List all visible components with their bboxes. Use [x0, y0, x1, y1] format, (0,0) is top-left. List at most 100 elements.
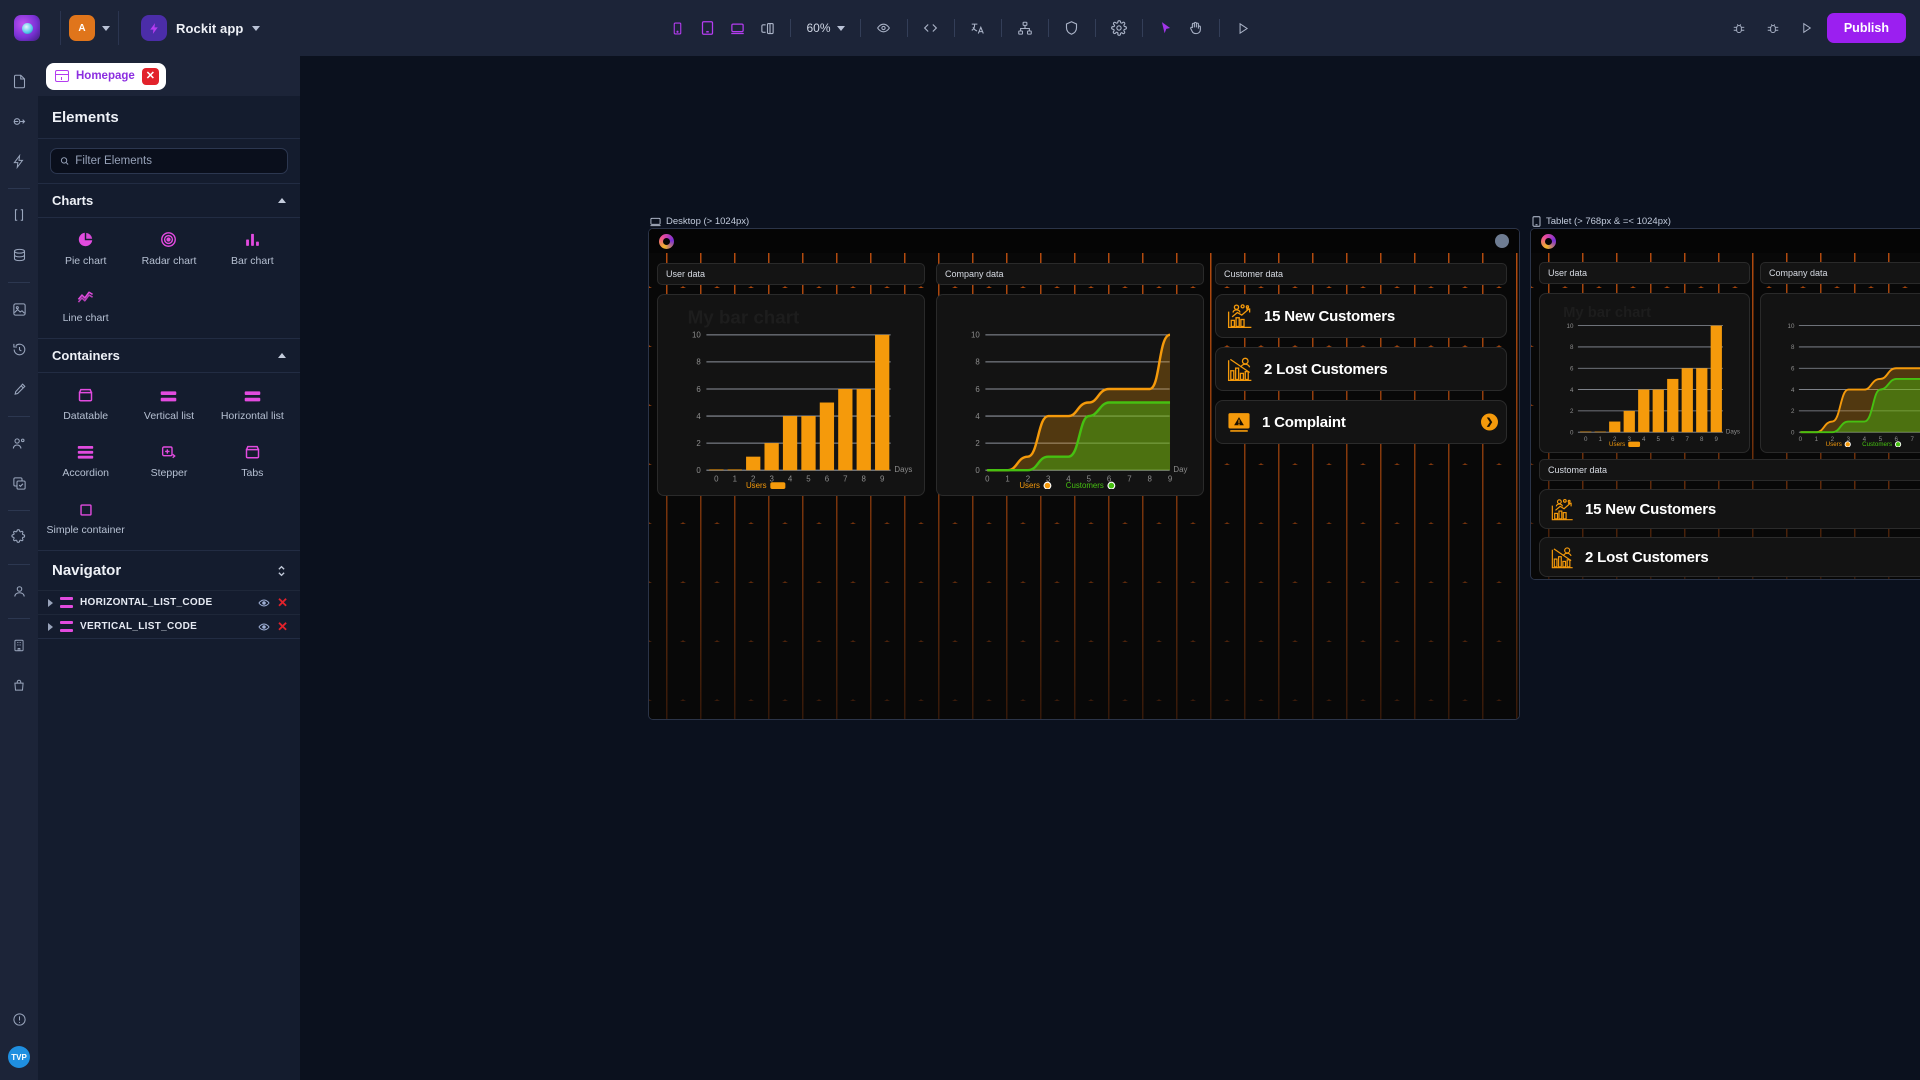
mobile-preview-icon[interactable] — [663, 14, 691, 42]
element-pie-chart[interactable]: Pie chart — [44, 226, 127, 267]
element-accordion[interactable]: Accordion — [44, 438, 127, 479]
search-input-wrapper[interactable] — [50, 148, 288, 174]
navigator-header[interactable]: Navigator — [38, 551, 300, 590]
organization-icon[interactable] — [4, 630, 34, 660]
expand-collapse-icon[interactable] — [277, 564, 286, 578]
debug-icon[interactable] — [1725, 14, 1753, 42]
element-label: Vertical list — [143, 410, 195, 422]
section-title: Charts — [52, 193, 94, 208]
element-datatable[interactable]: Datatable — [44, 381, 127, 422]
hand-tool-icon[interactable] — [1182, 14, 1210, 42]
area-chart-card[interactable]: 10 8 6 420 012 3 4 5 6 7 8 9 Day Users C… — [936, 294, 1204, 496]
stat-label: 15 New Customers — [1264, 307, 1396, 325]
stat-card-new-customers[interactable]: 15 New Customers — [1215, 294, 1507, 338]
tablet-preview-icon[interactable] — [693, 14, 721, 42]
sitemap-icon[interactable] — [1011, 14, 1039, 42]
chevron-right-icon[interactable]: ❯ — [1481, 413, 1498, 431]
svg-text:3: 3 — [769, 474, 774, 483]
code-view-icon[interactable] — [917, 14, 945, 42]
brand-logo-icon[interactable] — [14, 15, 40, 41]
element-bar-chart[interactable]: Bar chart — [211, 226, 294, 267]
eye-preview-icon[interactable] — [870, 14, 898, 42]
play-icon[interactable] — [1229, 14, 1257, 42]
section-header-charts[interactable]: Charts — [38, 184, 300, 217]
line-chart-icon — [76, 283, 95, 305]
vertical-list-icon — [160, 381, 177, 403]
collaborators-icon[interactable] — [4, 428, 34, 458]
element-line-chart[interactable]: Line chart — [44, 283, 127, 324]
simple-container-icon — [79, 495, 93, 517]
marketplace-icon[interactable] — [4, 670, 34, 700]
bar-chart-card[interactable]: My bar chart 10 8 6 420 0 1 2 3 4 5 6 7 … — [1539, 293, 1750, 453]
desktop-preview-icon[interactable] — [723, 14, 751, 42]
delete-icon[interactable]: ✕ — [277, 596, 288, 609]
chevron-right-icon[interactable] — [48, 622, 53, 631]
run-icon[interactable] — [1793, 14, 1821, 42]
media-icon[interactable] — [4, 294, 34, 324]
stat-card-new-customers[interactable]: 15 New Customers — [1539, 489, 1920, 529]
element-stepper[interactable]: Stepper — [127, 438, 210, 479]
help-icon[interactable] — [4, 1004, 34, 1034]
zoom-selector[interactable]: 60% — [800, 21, 850, 35]
chevron-up-icon — [278, 353, 286, 358]
svg-text:4: 4 — [1570, 387, 1574, 394]
element-simple-container[interactable]: Simple container — [44, 495, 127, 536]
viewport-frame-tablet[interactable]: User data My bar chart 10 8 6 4 2 0 0 1 … — [1530, 228, 1920, 580]
app-root: A Rockit app 60% Publish TVP Homepage ✕ … — [0, 0, 1920, 1080]
close-icon[interactable]: ✕ — [141, 67, 159, 85]
navigator-row-horizontal-list[interactable]: HORIZONTAL_LIST_CODE ✕ — [38, 590, 300, 614]
navigator-row-vertical-list[interactable]: VERTICAL_LIST_CODE ✕ — [38, 614, 300, 638]
stat-card-complaint[interactable]: 1 Complaint ❯ — [1215, 400, 1507, 444]
preview-appbar — [1531, 229, 1920, 253]
actions-icon[interactable] — [4, 146, 34, 176]
stepper-icon — [160, 438, 178, 460]
element-label: Tabs — [241, 467, 264, 479]
user-avatar[interactable]: TVP — [8, 1046, 30, 1068]
section-customer-data-tablet: Customer data 15 New Customers 2 Lost Cu… — [1531, 453, 1920, 579]
plugins-icon[interactable] — [4, 522, 34, 552]
svg-text:4: 4 — [1791, 387, 1795, 394]
svg-text:7: 7 — [1911, 436, 1915, 443]
link-icon[interactable] — [4, 106, 34, 136]
database-icon[interactable] — [4, 240, 34, 270]
shield-icon[interactable] — [1058, 14, 1086, 42]
variables-icon[interactable] — [4, 200, 34, 230]
app-switcher[interactable]: Rockit app — [141, 15, 261, 41]
element-vertical-list[interactable]: Vertical list — [127, 381, 210, 422]
duplicate-icon[interactable] — [4, 468, 34, 498]
bar-chart-card[interactable]: My bar chart 10 8 6 420 0 1 2 3 4 5 6 7 … — [657, 294, 925, 496]
translate-icon[interactable] — [964, 14, 992, 42]
viewport-frame-desktop[interactable]: User data My bar chart 10 8 6 4 2 0 0 1 … — [648, 228, 1520, 720]
org-switcher[interactable]: A — [69, 15, 110, 41]
responsive-preview-icon[interactable] — [753, 14, 781, 42]
publish-button[interactable]: Publish — [1826, 13, 1906, 43]
stat-card-lost-customers[interactable]: 2 Lost Customers — [1539, 537, 1920, 577]
svg-text:6: 6 — [696, 385, 701, 394]
bar-chart: My bar chart 1086 420 0 1 2 3 4 5 6 7 8 … — [1563, 305, 1740, 447]
theme-brush-icon[interactable] — [4, 374, 34, 404]
search-input[interactable] — [75, 155, 278, 167]
gear-icon[interactable] — [1105, 14, 1133, 42]
svg-text:0: 0 — [1584, 436, 1588, 443]
left-panel: Homepage ✕ Elements Charts — [38, 56, 300, 1080]
section-header-containers[interactable]: Containers — [38, 339, 300, 372]
page-tab-homepage[interactable]: Homepage ✕ — [46, 62, 166, 90]
account-icon[interactable] — [4, 576, 34, 606]
history-icon[interactable] — [4, 334, 34, 364]
element-horizontal-list[interactable]: Horizontal list — [211, 381, 294, 422]
cursor-tool-icon[interactable] — [1152, 14, 1180, 42]
debug-settings-icon[interactable] — [1759, 14, 1787, 42]
chevron-up-icon — [278, 198, 286, 203]
element-tabs[interactable]: Tabs — [211, 438, 294, 479]
design-canvas[interactable]: Desktop (> 1024px) User data My bar char… — [300, 56, 1920, 1080]
left-icon-rail: TVP — [0, 56, 38, 1080]
delete-icon[interactable]: ✕ — [277, 620, 288, 633]
eye-icon[interactable] — [258, 598, 270, 608]
chevron-right-icon[interactable] — [48, 598, 53, 607]
svg-text:0: 0 — [696, 466, 701, 475]
area-chart-card[interactable]: 1086 420 012 345 678 — [1760, 293, 1920, 453]
stat-card-lost-customers[interactable]: 2 Lost Customers — [1215, 347, 1507, 391]
pages-icon[interactable] — [4, 66, 34, 96]
element-radar-chart[interactable]: Radar chart — [127, 226, 210, 267]
eye-icon[interactable] — [258, 622, 270, 632]
